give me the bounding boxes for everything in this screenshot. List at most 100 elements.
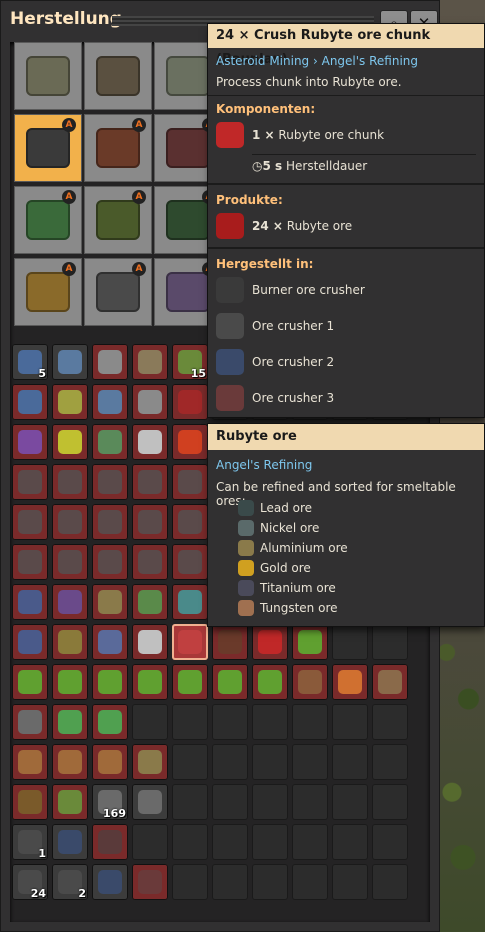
- recipe-button[interactable]: [12, 384, 48, 420]
- recipe-button[interactable]: [52, 344, 88, 380]
- recipe-button[interactable]: [172, 424, 208, 460]
- recipe-button[interactable]: [132, 544, 168, 580]
- empty-recipe-slot: [172, 864, 208, 900]
- recipe-icon: [58, 510, 82, 534]
- recipe-button[interactable]: [172, 464, 208, 500]
- recipe-button[interactable]: [12, 544, 48, 580]
- recipe-button[interactable]: [212, 664, 248, 700]
- recipe-count: 15: [190, 367, 206, 380]
- recipe-button[interactable]: [92, 504, 128, 540]
- empty-recipe-slot: [332, 744, 368, 780]
- recipe-button[interactable]: [132, 744, 168, 780]
- item-tooltip-header: Rubyte ore: [208, 424, 484, 450]
- recipe-button[interactable]: [52, 624, 88, 660]
- recipe-button[interactable]: [372, 664, 408, 700]
- recipe-button[interactable]: [52, 544, 88, 580]
- recipe-button[interactable]: [132, 584, 168, 620]
- category-angels-chem[interactable]: A: [84, 186, 152, 254]
- recipe-button[interactable]: [172, 384, 208, 420]
- recipe-button[interactable]: [92, 344, 128, 380]
- recipe-button[interactable]: [92, 584, 128, 620]
- recipe-button[interactable]: [52, 464, 88, 500]
- recipe-button[interactable]: [52, 784, 88, 820]
- made-in-heading: Hergestellt in:: [216, 257, 314, 271]
- recipe-button[interactable]: [132, 424, 168, 460]
- recipe-icon: [138, 470, 162, 494]
- recipe-button[interactable]: [252, 664, 288, 700]
- recipe-button[interactable]: [92, 384, 128, 420]
- recipe-button[interactable]: 169: [92, 784, 128, 820]
- recipe-button[interactable]: [12, 664, 48, 700]
- recipe-button[interactable]: [172, 584, 208, 620]
- recipe-button[interactable]: [52, 664, 88, 700]
- recipe-button[interactable]: [292, 664, 328, 700]
- recipe-button[interactable]: [132, 504, 168, 540]
- recipe-button[interactable]: [132, 464, 168, 500]
- recipe-button[interactable]: [92, 664, 128, 700]
- recipe-button[interactable]: [52, 584, 88, 620]
- recipe-button[interactable]: [12, 424, 48, 460]
- recipe-button[interactable]: [92, 704, 128, 740]
- category-angels-bio[interactable]: A: [14, 186, 82, 254]
- recipe-button[interactable]: 5: [12, 344, 48, 380]
- recipe-button[interactable]: [172, 544, 208, 580]
- recipe-button[interactable]: [52, 824, 88, 860]
- recipe-button[interactable]: 15: [172, 344, 208, 380]
- angels-badge-icon: A: [62, 262, 76, 276]
- recipe-button[interactable]: [172, 664, 208, 700]
- recipe-icon: [178, 510, 202, 534]
- recipe-button[interactable]: [132, 864, 168, 900]
- category-angels-addons[interactable]: A: [14, 258, 82, 326]
- category-angels-trains[interactable]: A: [84, 258, 152, 326]
- recipe-icon: [58, 670, 82, 694]
- recipe-button[interactable]: [92, 464, 128, 500]
- empty-recipe-slot: [292, 744, 328, 780]
- recipe-button[interactable]: [92, 744, 128, 780]
- recipe-button[interactable]: [132, 664, 168, 700]
- recipe-button[interactable]: [92, 544, 128, 580]
- recipe-button[interactable]: [52, 504, 88, 540]
- recipe-button[interactable]: [92, 424, 128, 460]
- recipe-button[interactable]: [212, 624, 248, 660]
- recipe-button[interactable]: [52, 424, 88, 460]
- time-row: ◷5 s Herstelldauer: [208, 155, 484, 181]
- recipe-button[interactable]: 24: [12, 864, 48, 900]
- recipe-button[interactable]: [252, 624, 288, 660]
- category-angels-refining[interactable]: A: [14, 114, 82, 182]
- recipe-button[interactable]: [12, 464, 48, 500]
- category-logistics[interactable]: [14, 42, 82, 110]
- recipe-button[interactable]: [132, 344, 168, 380]
- recipe-button[interactable]: [92, 824, 128, 860]
- recipe-button[interactable]: 1: [12, 824, 48, 860]
- recipe-button[interactable]: [292, 624, 328, 660]
- recipe-button[interactable]: [52, 704, 88, 740]
- recipe-button[interactable]: [172, 624, 208, 660]
- recipe-button[interactable]: [12, 504, 48, 540]
- recipe-button[interactable]: [12, 744, 48, 780]
- recipe-button[interactable]: [172, 504, 208, 540]
- empty-recipe-slot: [292, 824, 328, 860]
- recipe-button[interactable]: [12, 704, 48, 740]
- recipe-button[interactable]: [12, 784, 48, 820]
- empty-recipe-slot: [212, 864, 248, 900]
- angels-badge-icon: A: [132, 262, 146, 276]
- recipe-button[interactable]: [12, 624, 48, 660]
- recipe-button[interactable]: [332, 664, 368, 700]
- recipe-button[interactable]: [52, 384, 88, 420]
- recipe-button[interactable]: 2: [52, 864, 88, 900]
- craft-time: 5 s: [262, 159, 283, 173]
- category-production[interactable]: [84, 42, 152, 110]
- recipe-button[interactable]: [132, 624, 168, 660]
- angels-badge-icon: A: [132, 190, 146, 204]
- recipe-button[interactable]: [132, 384, 168, 420]
- product-name: Rubyte ore: [286, 219, 353, 233]
- recipe-button[interactable]: [92, 624, 128, 660]
- recipe-button[interactable]: [92, 864, 128, 900]
- empty-recipe-slot: [372, 864, 408, 900]
- recipe-button[interactable]: [52, 744, 88, 780]
- recipe-icon: [138, 510, 162, 534]
- recipe-button[interactable]: [132, 784, 168, 820]
- recipe-button[interactable]: [12, 584, 48, 620]
- recipe-icon: [98, 590, 122, 614]
- category-angels-smelting[interactable]: A: [84, 114, 152, 182]
